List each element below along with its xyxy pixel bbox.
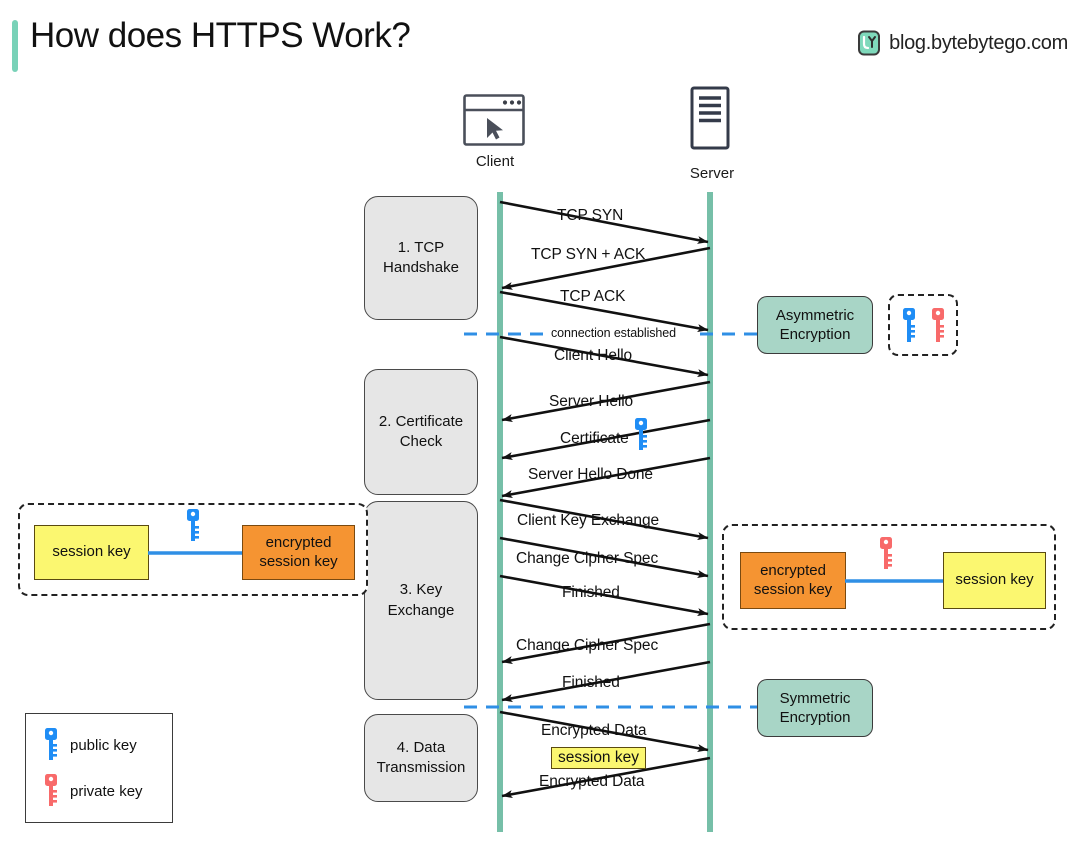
message-label-change-cipher-spec-client: Change Cipher Spec <box>516 550 659 567</box>
encrypt-flow-group: session key encrypted session key <box>18 503 368 596</box>
encrypt-source-line-1: session key <box>52 543 131 561</box>
decrypt-target-box: session key <box>943 552 1046 609</box>
symmetric-label-line-1: Symmetric <box>779 689 851 707</box>
brand-text: blog.bytebytego.com <box>889 31 1068 54</box>
browser-window-icon <box>463 94 525 151</box>
message-label-client-key-exchange: Client Key Exchange <box>517 512 659 529</box>
message-label-server-hello-done: Server Hello Done <box>528 466 653 483</box>
encrypt-target-box: encrypted session key <box>242 525 355 580</box>
stage-1-line-2: Handshake <box>383 259 459 276</box>
bytebytego-logo-icon <box>858 30 881 56</box>
decrypt-source-line-1: encrypted <box>760 561 826 579</box>
message-label-change-cipher-spec-server: Change Cipher Spec <box>516 637 659 654</box>
stage-box-tcp-handshake[interactable]: 1. TCP Handshake <box>364 196 478 320</box>
public-key-icon <box>630 418 652 457</box>
stage-4-line-2: Transmission <box>376 759 466 776</box>
title-accent-bar <box>12 20 18 72</box>
legend-item-private-key: private key <box>42 774 143 808</box>
client-label: Client <box>475 153 515 170</box>
legend-label-private-key: private key <box>70 782 143 800</box>
legend-item-public-key: public key <box>42 728 137 762</box>
message-label-client-hello: Client Hello <box>554 347 633 364</box>
decrypt-source-box: encrypted session key <box>740 552 846 609</box>
stage-1-line-1: 1. TCP <box>397 238 445 256</box>
asymmetric-label-line-1: Asymmetric <box>775 306 855 324</box>
public-key-icon <box>45 728 57 760</box>
stage-3-line-1: 3. Key <box>399 581 443 599</box>
stage-2-line-2: Check <box>399 433 443 450</box>
message-label-tcp-syn: TCP SYN <box>557 207 624 224</box>
decrypt-source-line-2: session key <box>753 580 833 598</box>
private-key-icon <box>45 774 57 806</box>
encrypt-target-line-1: encrypted <box>265 533 332 551</box>
message-label-server-hello: Server Hello <box>549 393 634 410</box>
session-key-badge: session key <box>551 747 646 769</box>
legend-box: public key private key <box>25 713 173 823</box>
symmetric-label-line-2: Encryption <box>779 709 851 726</box>
separator-label-connection-established: connection established <box>551 326 676 340</box>
public-key-icon <box>899 308 919 349</box>
key-pair-group <box>888 294 958 356</box>
private-key-icon <box>928 308 948 349</box>
encrypt-target-line-2: session key <box>259 552 338 570</box>
stage-4-line-1: 4. Data <box>396 738 446 756</box>
brand: blog.bytebytego.com <box>856 30 1068 56</box>
server-rack-icon <box>689 86 731 155</box>
decrypt-flow-group: encrypted session key session key <box>722 524 1056 630</box>
message-label-finished-client: Finished <box>562 584 620 601</box>
server-label: Server <box>689 165 735 182</box>
message-label-finished-server: Finished <box>562 674 620 691</box>
private-key-icon <box>876 537 896 578</box>
symmetric-encryption-box[interactable]: Symmetric Encryption <box>757 679 873 737</box>
decrypt-target-line-1: session key <box>955 571 1034 589</box>
stage-3-line-2: Exchange <box>387 601 455 619</box>
message-label-encrypted-data-out: Encrypted Data <box>541 722 647 739</box>
decrypt-arrow <box>845 574 954 588</box>
public-key-icon <box>183 509 203 550</box>
message-label-tcp-syn-ack: TCP SYN + ACK <box>531 246 646 263</box>
legend-label-public-key: public key <box>70 736 137 754</box>
message-label-tcp-ack: TCP ACK <box>560 288 626 305</box>
asymmetric-encryption-box[interactable]: Asymmetric Encryption <box>757 296 873 354</box>
stage-box-key-exchange[interactable]: 3. Key Exchange <box>364 501 478 700</box>
encrypt-source-box: session key <box>34 525 149 580</box>
asymmetric-label-line-2: Encryption <box>779 326 851 343</box>
message-label-certificate: Certificate <box>560 430 629 447</box>
stage-box-data-transmission[interactable]: 4. Data Transmission <box>364 714 478 802</box>
message-label-encrypted-data-in: Encrypted Data <box>539 773 645 790</box>
stage-2-line-1: 2. Certificate <box>378 412 464 430</box>
page-header: How does HTTPS Work? blog.bytebytego.com <box>0 0 1080 86</box>
stage-box-certificate-check[interactable]: 2. Certificate Check <box>364 369 478 495</box>
page-title: How does HTTPS Work? <box>30 16 411 55</box>
